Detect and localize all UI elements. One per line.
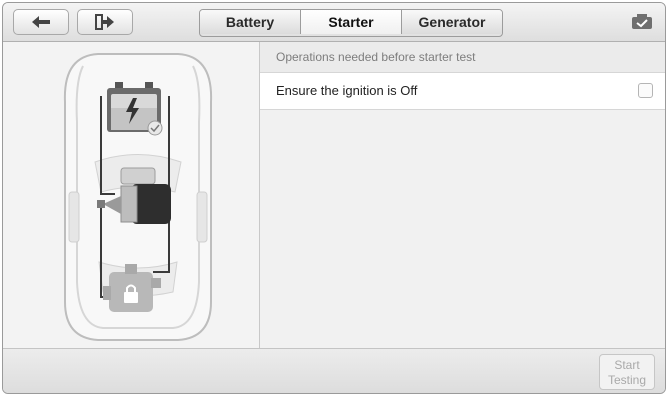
start-label-line1: Start <box>614 358 640 372</box>
vehicle-diagram <box>63 53 213 341</box>
tab-generator[interactable]: Generator <box>402 10 502 34</box>
toolbar: Battery Starter Generator <box>3 3 665 42</box>
operation-label: Ensure the ignition is Off <box>276 83 418 98</box>
tab-battery[interactable]: Battery <box>200 10 301 34</box>
start-testing-button[interactable]: Start Testing <box>599 354 655 390</box>
ignition-off-checkbox[interactable] <box>638 83 653 98</box>
tab-starter[interactable]: Starter <box>301 10 402 34</box>
operations-header: Operations needed before starter test <box>260 42 665 73</box>
start-label-line2: Testing <box>607 373 647 387</box>
test-tabs: Battery Starter Generator <box>199 9 503 37</box>
exit-icon <box>95 14 115 30</box>
operations-panel: Operations needed before starter test En… <box>260 42 665 348</box>
back-arrow-icon <box>32 16 50 28</box>
exit-button[interactable] <box>77 9 133 35</box>
app-window: Battery Starter Generator Operations nee… <box>2 2 666 394</box>
footer-bar: Start Testing <box>3 348 665 393</box>
vci-connected-icon <box>631 14 653 30</box>
operation-item-ignition[interactable]: Ensure the ignition is Off <box>260 73 665 110</box>
vehicle-diagram-panel <box>3 42 260 348</box>
back-button[interactable] <box>13 9 69 35</box>
battery-icon <box>107 82 163 136</box>
